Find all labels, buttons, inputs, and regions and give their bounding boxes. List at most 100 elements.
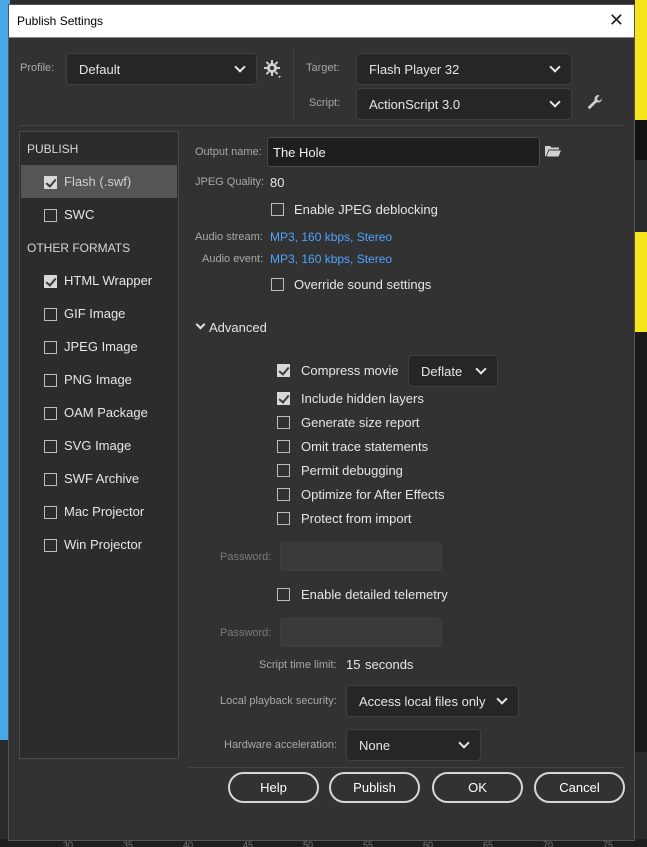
sidebar-item-flash-swf[interactable]: Flash (.swf) [21,165,177,198]
chevron-down-icon [549,96,561,108]
output-name-input[interactable]: The Hole [267,137,540,167]
ruler-tick: 70 [543,841,554,847]
profile-settings-gear-icon[interactable] [262,58,284,80]
sidebar-item-svg-image[interactable]: SVG Image [21,429,177,462]
omit-trace-checkbox[interactable] [277,440,290,453]
jpeg-deblocking-label: Enable JPEG deblocking [294,202,438,217]
sidebar-item-label: SWC [64,207,95,222]
chevron-down-icon [496,693,508,705]
sidebar-item-mac-projector[interactable]: Mac Projector [21,495,177,528]
sidebar-item-png-image[interactable]: PNG Image [21,363,177,396]
header-divider [293,50,294,120]
svg-image-checkbox[interactable] [44,440,57,453]
telemetry-password-label: Password: [220,627,272,639]
sidebar-item-jpeg-image[interactable]: JPEG Image [21,330,177,363]
sidebar-item-label: Flash (.swf) [64,174,132,189]
protect-from-import-label: Protect from import [301,511,412,526]
background-strip-right [635,332,647,752]
window-title: Publish Settings [17,14,104,28]
sidebar-item-swc[interactable]: SWC [21,198,177,231]
advanced-toggle[interactable]: Advanced [195,319,285,337]
chevron-down-icon [234,61,246,73]
script-time-limit-label: Script time limit: [259,659,337,671]
compress-movie-checkbox[interactable] [277,364,290,377]
oam-package-checkbox[interactable] [44,407,57,420]
cancel-button[interactable]: Cancel [534,772,625,803]
advanced-label: Advanced [209,320,267,335]
sidebar-item-win-projector[interactable]: Win Projector [21,528,177,561]
profile-label: Profile: [20,62,55,74]
sidebar-item-label: OAM Package [64,405,148,420]
mac-projector-checkbox[interactable] [44,506,57,519]
password-input[interactable] [280,542,442,571]
ruler-tick: 30 [63,841,74,847]
audio-stream-label: Audio stream: [195,231,263,243]
ruler-tick: 55 [363,841,374,847]
jpeg-quality-label: JPEG Quality: [195,176,265,188]
compression-method-value: Deflate [421,364,463,379]
chevron-down-icon [458,737,470,749]
ruler-tick: 50 [303,841,314,847]
folder-icon[interactable] [544,144,562,160]
local-playback-label: Local playback security: [220,695,337,707]
generate-size-report-label: Generate size report [301,415,420,430]
protect-from-import-checkbox[interactable] [277,512,290,525]
background-strip-right [635,232,647,332]
png-image-checkbox[interactable] [44,374,57,387]
sidebar-item-gif-image[interactable]: GIF Image [21,297,177,330]
script-time-limit-unit: seconds [365,657,414,672]
sidebar-item-label: GIF Image [64,306,126,321]
sidebar-item-label: JPEG Image [64,339,138,354]
swc-checkbox[interactable] [44,209,57,222]
local-playback-dropdown[interactable]: Access local files only [346,685,519,717]
close-icon[interactable]: ✕ [609,10,624,30]
publish-section-header: PUBLISH [27,142,79,156]
target-value: Flash Player 32 [369,62,460,77]
format-sidebar: PUBLISH Flash (.swf) SWC OTHER FORMATS H… [19,131,179,759]
compression-method-dropdown[interactable]: Deflate [408,355,498,387]
include-hidden-layers-checkbox[interactable] [277,392,290,405]
sidebar-item-label: Mac Projector [64,504,145,519]
profile-dropdown[interactable]: Default [66,53,257,85]
win-projector-checkbox[interactable] [44,539,57,552]
override-sound-label: Override sound settings [294,277,432,292]
compress-movie-label: Compress movie [301,363,399,378]
hardware-acceleration-dropdown[interactable]: None [346,729,481,761]
background-strip-right [635,0,647,120]
script-dropdown[interactable]: ActionScript 3.0 [356,88,572,120]
footer-separator [189,767,625,768]
sidebar-item-oam-package[interactable]: OAM Package [21,396,177,429]
html-wrapper-checkbox[interactable] [44,275,57,288]
ruler-ticks: 30 35 40 45 50 55 60 65 70 75 [0,841,647,847]
publish-button[interactable]: Publish [329,772,420,803]
title-bar: Publish Settings ✕ [9,5,634,38]
sidebar-item-html-wrapper[interactable]: HTML Wrapper [21,264,177,297]
target-label: Target: [306,62,340,74]
optimize-after-effects-checkbox[interactable] [277,488,290,501]
target-dropdown[interactable]: Flash Player 32 [356,53,572,85]
chevron-down-icon [195,319,206,330]
permit-debugging-checkbox[interactable] [277,464,290,477]
generate-size-report-checkbox[interactable] [277,416,290,429]
telemetry-password-input[interactable] [280,618,442,647]
override-sound-checkbox[interactable] [271,278,284,291]
sidebar-item-label: PNG Image [64,372,132,387]
telemetry-label: Enable detailed telemetry [301,587,448,602]
wrench-icon[interactable] [586,93,606,113]
ok-button[interactable]: OK [432,772,523,803]
chevron-down-icon [549,61,561,73]
audio-event-link[interactable]: MP3, 160 kbps, Stereo [270,252,392,266]
sidebar-item-swf-archive[interactable]: SWF Archive [21,462,177,495]
audio-stream-link[interactable]: MP3, 160 kbps, Stereo [270,230,392,244]
ruler-tick: 60 [423,841,434,847]
flash-swf-checkbox[interactable] [44,176,57,189]
jpeg-deblocking-checkbox[interactable] [271,203,284,216]
gif-image-checkbox[interactable] [44,308,57,321]
help-button[interactable]: Help [228,772,319,803]
header-separator [19,125,625,126]
jpeg-quality-value[interactable]: 80 [270,175,284,190]
swf-archive-checkbox[interactable] [44,473,57,486]
script-time-limit-value[interactable]: 15 [346,657,360,672]
jpeg-image-checkbox[interactable] [44,341,57,354]
telemetry-checkbox[interactable] [277,588,290,601]
